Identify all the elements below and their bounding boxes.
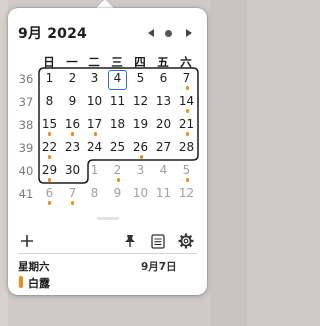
day-cell[interactable]: 8 [38, 94, 61, 108]
day-cell[interactable]: 25 [106, 140, 129, 154]
event-dot [186, 132, 189, 136]
day-cell-next-month[interactable]: 4 [152, 163, 175, 177]
day-cell[interactable]: 3 [83, 71, 106, 85]
day-cell-next-month[interactable]: 1 [83, 163, 106, 177]
day-cell[interactable]: 5 [129, 71, 152, 85]
day-cell[interactable]: 20 [152, 117, 175, 131]
event-dot [186, 86, 189, 90]
event-dot [186, 178, 189, 182]
day-cell-today[interactable]: 4 [106, 71, 129, 85]
day-cell[interactable]: 27 [152, 140, 175, 154]
day-cell[interactable]: 13 [152, 94, 175, 108]
event-dot [94, 132, 97, 136]
day-cell[interactable]: 30 [61, 163, 84, 177]
day-cell-next-month[interactable]: 8 [83, 186, 106, 200]
day-cell[interactable]: 10 [83, 94, 106, 108]
selected-date: 9月7日 [141, 261, 177, 273]
event-dot [140, 155, 143, 159]
pin-icon[interactable] [122, 232, 138, 250]
day-cell-next-month[interactable]: 6 [38, 186, 61, 200]
event-dot [48, 178, 51, 182]
list-icon[interactable] [149, 232, 167, 250]
gear-icon[interactable] [177, 232, 195, 250]
day-cell-next-month[interactable]: 12 [175, 186, 198, 200]
day-cell-next-month[interactable]: 11 [152, 186, 175, 200]
resize-handle[interactable] [97, 217, 119, 220]
day-cell[interactable]: 2 [61, 71, 84, 85]
day-cell[interactable]: 9 [61, 94, 84, 108]
day-cell[interactable]: 28 [175, 140, 198, 154]
day-cell[interactable]: 7 [175, 71, 198, 85]
event-item[interactable]: 白露 [28, 275, 50, 291]
day-cell[interactable]: 26 [129, 140, 152, 154]
day-cell-next-month[interactable]: 9 [106, 186, 129, 200]
day-cell[interactable]: 17 [83, 117, 106, 131]
event-dot [48, 155, 51, 159]
day-cell-next-month[interactable]: 3 [129, 163, 152, 177]
event-dot [117, 178, 120, 182]
day-cell[interactable]: 19 [129, 117, 152, 131]
day-cell[interactable]: 1 [38, 71, 61, 85]
event-dot [71, 201, 74, 205]
event-dot [71, 132, 74, 136]
selected-weekday: 星期六 [18, 261, 50, 273]
calendar-popover: 9月 2024 日 一 二 三 四 五 六 36 37 38 39 40 41 … [8, 8, 207, 295]
event-dot [48, 201, 51, 205]
day-cell[interactable]: 18 [106, 117, 129, 131]
day-cell[interactable]: 15 [38, 117, 61, 131]
day-cell[interactable]: 14 [175, 94, 198, 108]
day-cell[interactable]: 6 [152, 71, 175, 85]
day-cell-next-month[interactable]: 2 [106, 163, 129, 177]
footer-divider [18, 253, 197, 254]
desktop-background-left [0, 0, 8, 326]
day-cell-next-month[interactable]: 7 [61, 186, 84, 200]
day-cell[interactable]: 16 [61, 117, 84, 131]
day-cell[interactable]: 21 [175, 117, 198, 131]
event-dot [186, 109, 189, 113]
event-color-bar [19, 276, 23, 288]
plus-icon[interactable] [18, 232, 36, 250]
day-cell-next-month[interactable]: 10 [129, 186, 152, 200]
day-cell[interactable]: 12 [129, 94, 152, 108]
day-cell[interactable]: 24 [83, 140, 106, 154]
desktop-background-right [210, 0, 247, 326]
event-dot [48, 132, 51, 136]
day-cell[interactable]: 22 [38, 140, 61, 154]
day-cell[interactable]: 11 [106, 94, 129, 108]
day-cell-next-month[interactable]: 5 [175, 163, 198, 177]
day-cell[interactable]: 29 [38, 163, 61, 177]
day-cell[interactable]: 23 [61, 140, 84, 154]
